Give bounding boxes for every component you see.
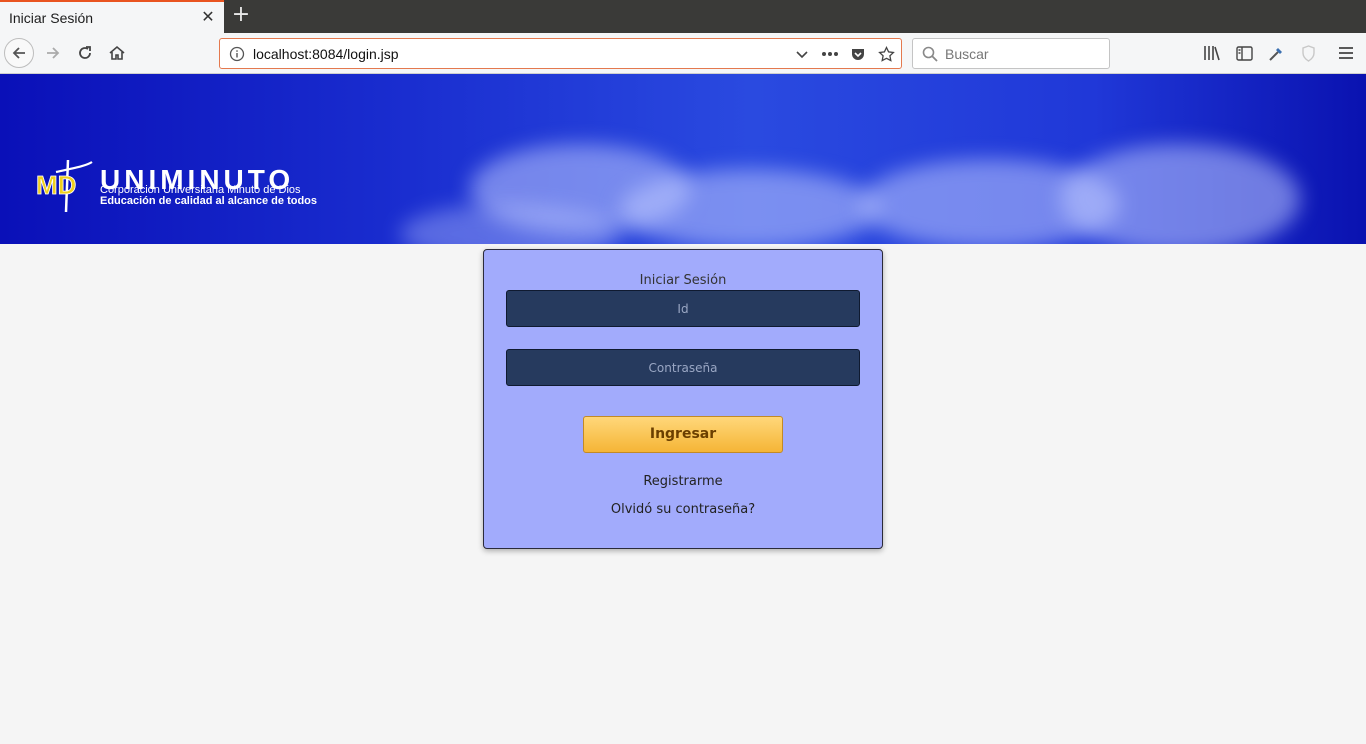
forward-button[interactable] (38, 38, 68, 68)
menu-button[interactable] (1334, 41, 1358, 65)
chevron-down-icon (796, 51, 808, 59)
shield-icon (1301, 44, 1315, 62)
eyedropper-button[interactable] (1264, 41, 1288, 65)
new-tab-button[interactable]: + (229, 4, 253, 28)
search-placeholder: Buscar (945, 46, 989, 62)
sidebar-icon (1235, 45, 1253, 61)
navigation-bar: localhost:8084/login.jsp Buscar (0, 33, 1366, 74)
tab-active[interactable]: Iniciar Sesión ✕ (0, 0, 224, 33)
eyedropper-icon (1268, 47, 1282, 61)
home-button[interactable] (102, 38, 132, 68)
id-field[interactable] (506, 290, 860, 327)
more-icon (822, 52, 838, 56)
search-icon (922, 46, 938, 62)
forgot-password-link[interactable]: Olvidó su contraseña? (484, 502, 882, 517)
brand-tagline: Educación de calidad al alcance de todos (100, 195, 318, 207)
reload-button[interactable] (70, 38, 100, 68)
forward-icon (47, 47, 60, 59)
tab-strip: Iniciar Sesión ✕ + (0, 0, 1366, 33)
star-icon (877, 45, 895, 62)
info-icon[interactable] (229, 46, 245, 62)
shield-button[interactable] (1296, 41, 1320, 65)
back-button[interactable] (4, 38, 34, 68)
login-panel: Iniciar Sesión Ingresar Registrarme Olvi… (483, 249, 883, 549)
password-field[interactable] (506, 349, 860, 386)
cloud (620, 169, 880, 244)
tab-title: Iniciar Sesión (9, 10, 94, 26)
url-text[interactable]: localhost:8084/login.jsp (253, 46, 399, 62)
cloud (1060, 144, 1300, 244)
menu-icon (1339, 47, 1353, 59)
page-actions-button[interactable] (819, 43, 841, 65)
register-link[interactable]: Registrarme (484, 474, 882, 489)
login-title: Iniciar Sesión (639, 273, 727, 288)
reload-icon (79, 46, 91, 59)
uniminuto-logo-icon: MD (36, 160, 93, 213)
back-icon (12, 47, 25, 59)
search-bar[interactable]: Buscar (912, 38, 1110, 69)
pocket-button[interactable] (847, 43, 869, 65)
home-icon (109, 45, 125, 60)
ingresar-button[interactable]: Ingresar (583, 416, 783, 453)
close-tab-icon[interactable]: ✕ (199, 8, 217, 26)
library-button[interactable] (1200, 41, 1224, 65)
bookmark-button[interactable] (875, 43, 897, 65)
pocket-icon (852, 49, 864, 60)
sidebar-button[interactable] (1232, 41, 1256, 65)
library-icon (1204, 46, 1220, 61)
url-actions (791, 43, 897, 65)
logo-initials: MD (36, 170, 76, 200)
url-bar[interactable]: localhost:8084/login.jsp (219, 38, 902, 69)
header-banner (0, 74, 1366, 244)
url-dropdown-button[interactable] (791, 43, 813, 65)
